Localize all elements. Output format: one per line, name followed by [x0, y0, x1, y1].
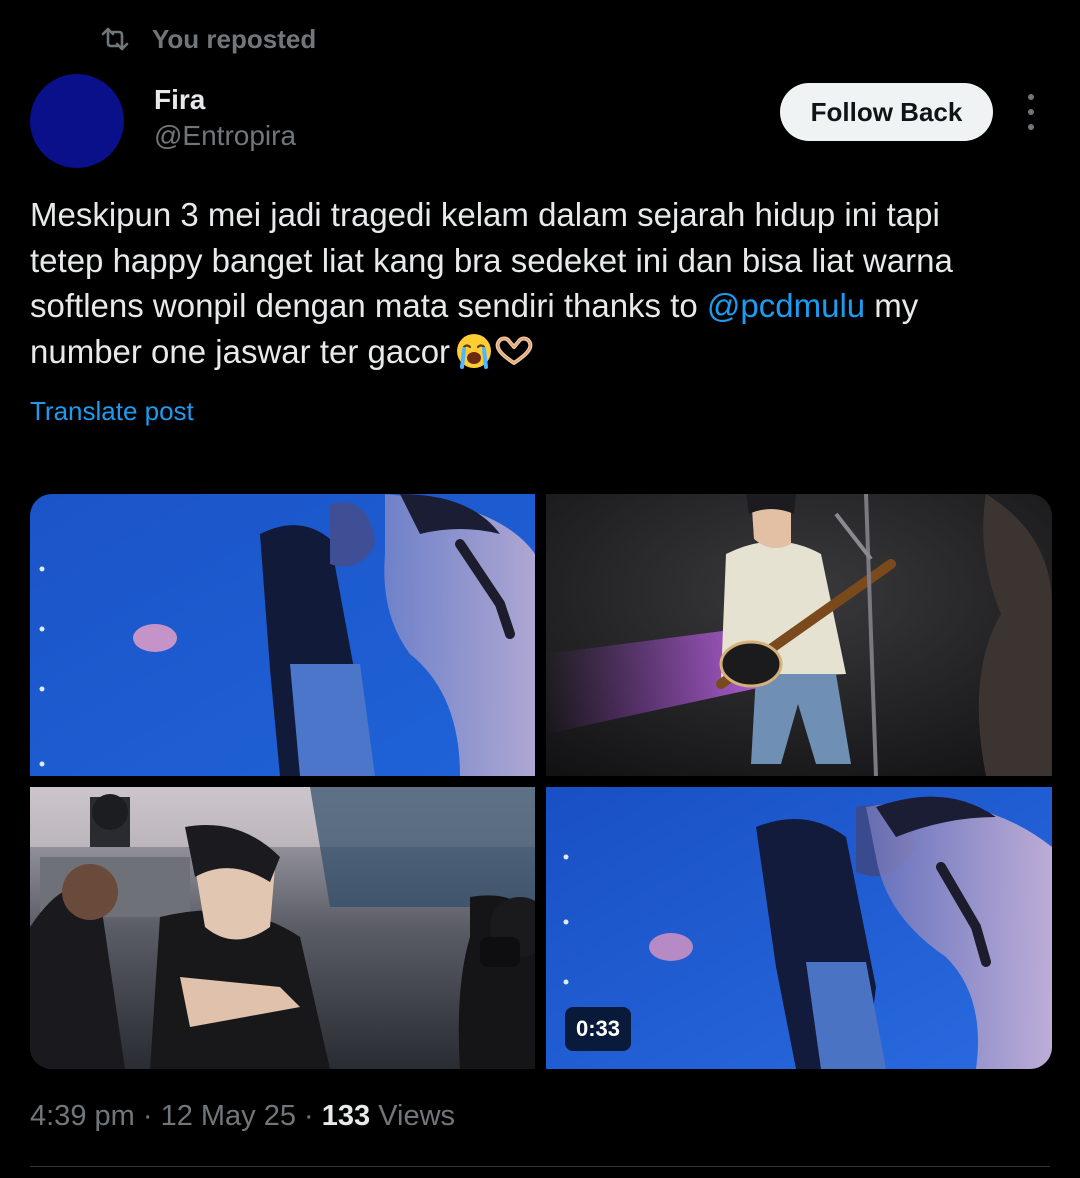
- tweet-line: Meskipun 3 mei jadi tragedi kelam dalam …: [30, 196, 940, 233]
- media-photo-2[interactable]: [546, 494, 1052, 776]
- tweet-line-segment: number one jaswar ter gacor: [30, 332, 451, 370]
- photo-singer-blue-stage: [30, 494, 535, 776]
- media-photo-1[interactable]: [30, 494, 535, 776]
- tweet-line-segment: softlens wonpil dengan mata sendiri than…: [30, 287, 707, 324]
- author-name[interactable]: Fira: [154, 84, 205, 116]
- views-count[interactable]: 133: [322, 1100, 370, 1132]
- mention-link[interactable]: @pcdmulu: [707, 287, 865, 324]
- post-date: 12 May 25: [160, 1100, 296, 1132]
- tweet-line-segment: my: [865, 287, 919, 324]
- post-meta: 4:39 pm · 12 May 25 · 133 Views: [30, 1100, 455, 1133]
- tweet-text: Meskipun 3 mei jadi tragedi kelam dalam …: [30, 192, 1060, 374]
- heart-hands-emoji: [495, 336, 533, 365]
- photo-bassist-on-stage: [546, 494, 1052, 776]
- translate-post-link[interactable]: Translate post: [30, 396, 194, 427]
- follow-back-button[interactable]: Follow Back: [780, 83, 993, 141]
- tweet-line: number one jaswar ter gacor: [30, 329, 1060, 375]
- photo-performer-reaching-out: [30, 787, 535, 1069]
- repost-header: You reposted: [100, 22, 316, 56]
- loudly-crying-face-emoji: [457, 333, 492, 369]
- meta-separator: ·: [296, 1100, 322, 1132]
- post-time: 4:39 pm: [30, 1100, 135, 1132]
- avatar[interactable]: [30, 74, 124, 168]
- author-handle[interactable]: @Entropira: [154, 120, 296, 152]
- repost-label: You reposted: [152, 23, 317, 54]
- media-photo-3[interactable]: [30, 787, 535, 1069]
- tweet-line: tetep happy banget liat kang bra sedeket…: [30, 241, 953, 279]
- more-vertical-icon[interactable]: [1016, 94, 1046, 130]
- tweet-line: softlens wonpil dengan mata sendiri than…: [30, 283, 1060, 329]
- repost-icon: [101, 27, 129, 51]
- video-duration-badge: 0:33: [565, 1007, 631, 1051]
- views-label[interactable]: Views: [370, 1100, 455, 1132]
- meta-separator: ·: [134, 1100, 161, 1132]
- divider: [30, 1166, 1050, 1167]
